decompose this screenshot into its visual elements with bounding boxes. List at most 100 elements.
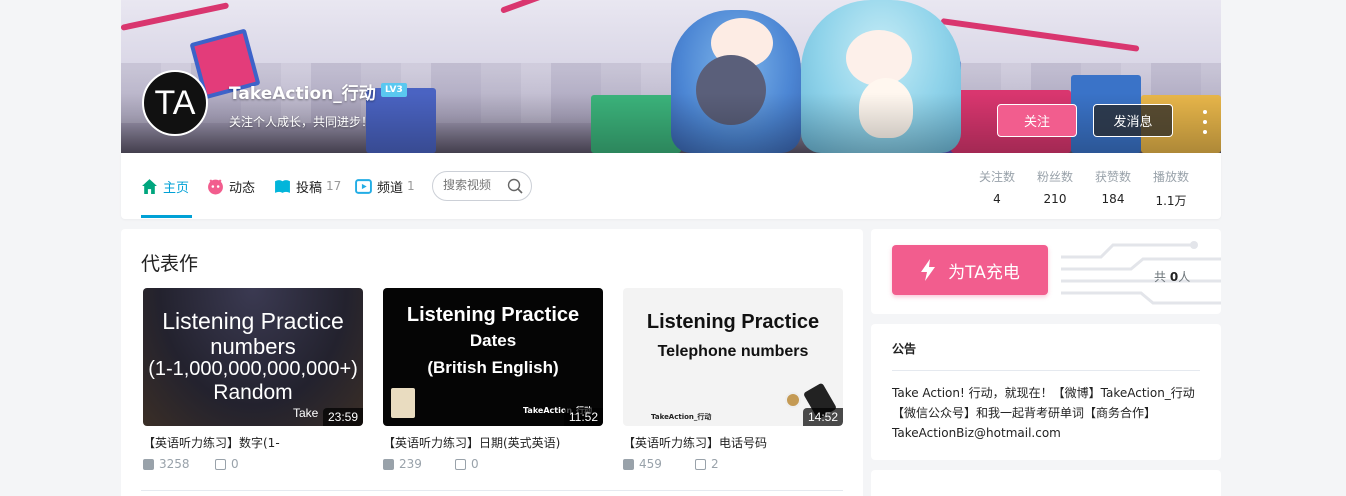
thumb-text: (British English): [427, 358, 559, 377]
avatar[interactable]: TA: [142, 70, 208, 136]
tab-dynamic[interactable]: 动态: [207, 175, 255, 197]
tab-channel-label: 频道: [377, 180, 404, 196]
play-icon: [383, 458, 394, 470]
stat-followers[interactable]: 粉丝数 210: [1025, 168, 1085, 206]
thumb-watermark: TakeAction_行动: [651, 413, 712, 421]
featured-section: 代表作 Listening Practice numbers (1-1,000,…: [121, 229, 863, 496]
danmaku-icon: [695, 458, 706, 470]
more-icon[interactable]: [1199, 110, 1211, 134]
video-thumbnail[interactable]: Listening Practice Telephone numbers Tak…: [623, 288, 843, 426]
banner-ribbon: [121, 2, 230, 31]
tab-home-label: 主页: [163, 180, 190, 196]
circuit-decoration: [1061, 241, 1221, 305]
section-divider: [141, 490, 843, 491]
stat-label: 获赞数: [1094, 170, 1131, 184]
video-title[interactable]: 【英语听力练习】数字(1-: [143, 434, 363, 450]
lightning-icon: [921, 259, 936, 281]
next-panel: [871, 470, 1221, 496]
video-duration: 23:59: [322, 408, 363, 426]
thumb-text: numbers: [210, 334, 296, 359]
active-tab-indicator: [141, 215, 192, 218]
level-badge: LV3: [381, 83, 407, 97]
search-icon[interactable]: [507, 178, 523, 194]
video-meta: 239 0: [383, 457, 603, 471]
play-icon: [143, 458, 154, 470]
tab-uploads[interactable]: 投稿 17: [274, 175, 341, 197]
danmaku-icon: [455, 458, 466, 470]
play-icon: [623, 458, 634, 470]
user-signature[interactable]: 关注个人成长，共同进步！: [229, 113, 373, 130]
tab-dynamic-label: 动态: [229, 180, 256, 196]
video-card[interactable]: Listening Practice Telephone numbers Tak…: [623, 288, 843, 471]
banner-character-face: [846, 30, 912, 86]
thumb-watermark: Take: [293, 406, 319, 420]
play-count: 3258: [143, 457, 215, 471]
video-card[interactable]: Listening Practice numbers (1-1,000,000,…: [143, 288, 363, 471]
danmaku-count-value: 2: [711, 457, 719, 471]
notice-divider: [892, 370, 1200, 371]
danmaku-count: 2: [695, 457, 719, 471]
tab-channel-count: 1: [407, 179, 415, 193]
video-thumbnail[interactable]: Listening Practice Dates (British Englis…: [383, 288, 603, 426]
stat-following[interactable]: 关注数 4: [967, 168, 1027, 206]
charge-panel: 为TA充电 共 0人: [871, 229, 1221, 314]
video-duration: 14:52: [802, 408, 843, 426]
username: TakeAction_行动: [229, 84, 376, 104]
stat-value: 184: [1101, 192, 1125, 206]
thumb-text: Listening Practice: [406, 304, 580, 326]
stat-label: 关注数: [978, 170, 1015, 184]
thumb-text: Listening Practice: [646, 311, 820, 333]
play-count-value: 459: [639, 457, 662, 471]
notice-text: Take Action! 行动，就现在！【微博】TakeAction_行动【微信…: [892, 386, 1195, 440]
thumb-text: (1-1,000,000,000,000+): [148, 358, 358, 380]
banner-ribbon: [940, 18, 1140, 52]
stat-label: 粉丝数: [1036, 170, 1073, 184]
stat-plays: 播放数 1.1万: [1141, 168, 1201, 209]
coffee-icon: [785, 392, 801, 408]
stat-value: 210: [1043, 192, 1067, 206]
upload-icon: [275, 179, 290, 193]
notice-panel: 公告 Take Action! 行动，就现在！【微博】TakeAction_行动…: [871, 324, 1221, 460]
stat-value: 4: [993, 192, 1001, 206]
tab-channel[interactable]: 频道 1: [355, 175, 415, 197]
charge-count: 共 0人: [1154, 268, 1190, 285]
channel-icon: [355, 178, 372, 194]
video-thumbnail[interactable]: Listening Practice numbers (1-1,000,000,…: [143, 288, 363, 426]
message-button[interactable]: 发消息: [1093, 104, 1173, 137]
charge-button[interactable]: 为TA充电: [892, 245, 1048, 295]
tab-uploads-label: 投稿: [296, 180, 323, 196]
stat-likes: 获赞数 184: [1083, 168, 1143, 206]
thumb-text: Listening Practice: [162, 308, 344, 334]
dynamic-icon: [208, 178, 223, 194]
banner-ribbon: [499, 0, 615, 14]
charge-button-label: 为TA充电: [948, 262, 1020, 283]
danmaku-count-value: 0: [471, 457, 479, 471]
home-icon: [142, 178, 157, 194]
stat-value: 1.1万: [1155, 194, 1187, 208]
stat-label: 播放数: [1152, 170, 1189, 184]
danmaku-count: 0: [455, 457, 479, 471]
video-card[interactable]: Listening Practice Dates (British Englis…: [383, 288, 603, 471]
video-meta: 3258 0: [143, 457, 363, 471]
charge-count-prefix: 共: [1154, 270, 1167, 284]
profile-nav: 主页 动态 投稿 17 频道 1 关注数 4 粉丝数 210 获赞数 184 播…: [121, 153, 1221, 219]
calendar-icon: [391, 388, 415, 418]
play-count-value: 239: [399, 457, 422, 471]
tab-home[interactable]: 主页: [141, 175, 189, 197]
charge-count-value: 0: [1169, 270, 1179, 284]
notice-title: 公告: [892, 342, 917, 356]
thumb-text: Telephone numbers: [657, 343, 809, 360]
danmaku-icon: [215, 458, 226, 470]
danmaku-count-value: 0: [231, 457, 239, 471]
play-count-value: 3258: [159, 457, 190, 471]
tab-uploads-count: 17: [326, 179, 342, 193]
play-count: 239: [383, 457, 455, 471]
video-title[interactable]: 【英语听力练习】日期(英式英语): [383, 434, 603, 450]
video-search[interactable]: [432, 171, 532, 201]
section-title: 代表作: [141, 253, 199, 275]
follow-button[interactable]: 关注: [997, 104, 1077, 137]
video-title[interactable]: 【英语听力练习】电话号码: [623, 434, 843, 450]
danmaku-count: 0: [215, 457, 239, 471]
play-count: 459: [623, 457, 695, 471]
search-input[interactable]: [443, 178, 503, 192]
